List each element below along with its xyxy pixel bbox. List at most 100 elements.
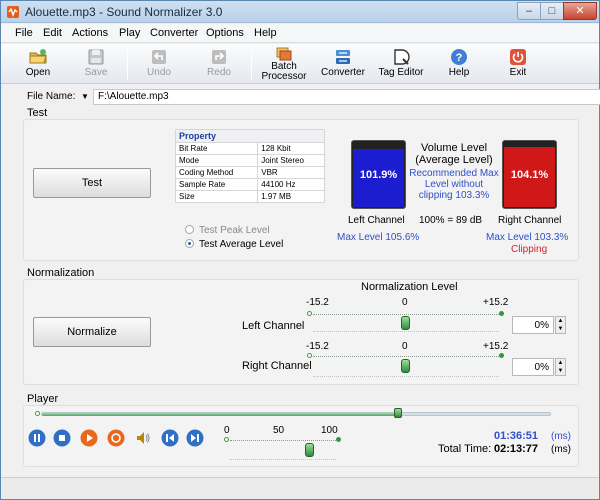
play-icon[interactable]: [80, 429, 98, 447]
minimize-button[interactable]: –: [517, 2, 541, 20]
slider-thumb[interactable]: [401, 316, 410, 330]
undo-label: Undo: [147, 67, 171, 78]
slider-min-dot: [307, 353, 312, 358]
spin-down-icon[interactable]: ▼: [556, 367, 565, 375]
batch-processor-button[interactable]: Batch Processor: [260, 47, 308, 83]
player-section-label: Player: [27, 393, 59, 405]
save-button[interactable]: Save: [79, 47, 113, 83]
left-channel-spinner[interactable]: ▲ ▼: [555, 316, 566, 334]
spin-up-icon[interactable]: ▲: [556, 317, 565, 325]
record-icon[interactable]: [107, 429, 125, 447]
window-title: Alouette.mp3 - Sound Normalizer 3.0: [25, 5, 223, 19]
test-button[interactable]: Test: [33, 168, 151, 198]
radio-test-average-level[interactable]: Test Average Level: [185, 239, 283, 250]
converter-icon: [336, 50, 350, 64]
progress-thumb[interactable]: [394, 408, 402, 418]
stop-icon[interactable]: [53, 429, 71, 447]
right-channel-percent-field[interactable]: 0%: [512, 358, 554, 376]
status-bar: [1, 477, 599, 499]
left-meter-value: 101.9%: [359, 169, 398, 181]
menu-help[interactable]: Help: [254, 27, 277, 39]
menu-play[interactable]: Play: [119, 27, 140, 39]
undo-button[interactable]: Undo: [142, 47, 176, 83]
volume-ticks: [230, 459, 336, 460]
tag-editor-label: Tag Editor: [378, 67, 424, 78]
scale-max: +15.2: [483, 341, 509, 352]
toolbar-separator: [127, 50, 128, 80]
file-dropdown-icon[interactable]: ▼: [81, 92, 89, 101]
app-icon: [7, 6, 19, 18]
scale-max: +15.2: [483, 297, 509, 308]
normalize-button[interactable]: Normalize: [33, 317, 151, 347]
tag-editor-button[interactable]: Tag Editor: [376, 47, 426, 83]
help-icon: ?: [451, 49, 467, 65]
exit-label: Exit: [509, 67, 527, 78]
batch-label-2: Processor: [261, 71, 307, 82]
converter-button[interactable]: Converter: [319, 47, 367, 83]
property-name: Size: [174, 190, 259, 203]
right-channel-spinner[interactable]: ▲ ▼: [555, 358, 566, 376]
scale-min: -15.2: [306, 297, 329, 308]
volume-icon[interactable]: [134, 429, 152, 447]
right-channel-meter: 104.1%: [502, 140, 557, 209]
menu-edit[interactable]: Edit: [43, 27, 62, 39]
property-table: Property Bit Rate 128 Kbit Mode Joint Ster…: [174, 129, 325, 203]
spin-down-icon[interactable]: ▼: [556, 325, 565, 333]
file-name-field[interactable]: F:\Alouette.mp3: [93, 89, 600, 105]
right-max-level: Max Level 103.3%: [486, 232, 569, 243]
menu-converter[interactable]: Converter: [150, 27, 198, 39]
volume-thumb[interactable]: [305, 443, 314, 457]
radio-button[interactable]: [185, 239, 194, 248]
volume-max-dot: [336, 437, 341, 442]
property-value: 128 Kbit: [257, 142, 325, 155]
left-channel-label: Left Channel: [348, 215, 405, 226]
save-label: Save: [84, 67, 108, 78]
maximize-button[interactable]: □: [540, 2, 564, 20]
slider-ticks: [313, 331, 499, 332]
radio-button[interactable]: [185, 225, 194, 234]
property-name: Mode: [174, 154, 259, 167]
next-icon[interactable]: [186, 429, 204, 447]
exit-button[interactable]: Exit: [501, 47, 535, 83]
property-value: Joint Stereo: [257, 154, 325, 167]
normalization-level-title: Normalization Level: [361, 281, 458, 293]
spin-up-icon[interactable]: ▲: [556, 359, 565, 367]
slider-min-dot: [307, 311, 312, 316]
menu-options[interactable]: Options: [206, 27, 244, 39]
property-value: 44100 Hz: [257, 178, 325, 191]
redo-button[interactable]: Redo: [202, 47, 236, 83]
left-channel-percent-field[interactable]: 0%: [512, 316, 554, 334]
table-row: Size 1.97 MB: [174, 190, 325, 203]
volume-scale-min: 0: [224, 425, 230, 436]
total-time-label: Total Time:: [438, 443, 492, 455]
slider-thumb[interactable]: [401, 359, 410, 373]
property-name: Bit Rate: [174, 142, 259, 155]
open-button[interactable]: Open: [21, 47, 55, 83]
left-max-level: Max Level 105.6%: [337, 232, 420, 243]
reference-level: 100% = 89 dB: [419, 215, 483, 226]
volume-scale-mid: 50: [273, 425, 285, 436]
total-time: 02:13:77: [494, 443, 539, 455]
right-meter-value: 104.1%: [510, 169, 549, 181]
table-row: Sample Rate 44100 Hz: [174, 178, 325, 191]
progress-fill: [42, 413, 398, 416]
pause-icon[interactable]: [28, 429, 46, 447]
help-button[interactable]: ? Help: [442, 47, 476, 83]
property-name: Coding Method: [174, 166, 259, 179]
radio-test-peak-level[interactable]: Test Peak Level: [185, 225, 270, 236]
test-section-label: Test: [27, 107, 48, 119]
svg-text:?: ?: [456, 52, 463, 64]
recommended-line-3: clipping 103.3%: [418, 190, 490, 201]
recommended-line-2: Level without: [424, 179, 484, 190]
property-value: 1.97 MB: [257, 190, 325, 203]
menu-file[interactable]: File: [15, 27, 33, 39]
menu-actions[interactable]: Actions: [72, 27, 108, 39]
current-time-unit: (ms): [551, 431, 571, 442]
redo-label: Redo: [207, 67, 231, 78]
previous-icon[interactable]: [161, 429, 179, 447]
close-button[interactable]: ✕: [563, 2, 597, 20]
help-label: Help: [448, 67, 470, 78]
volume-level-subtitle: (Average Level): [415, 154, 493, 166]
scale-mid: 0: [402, 297, 408, 308]
volume-level-title: Volume Level: [420, 142, 488, 154]
